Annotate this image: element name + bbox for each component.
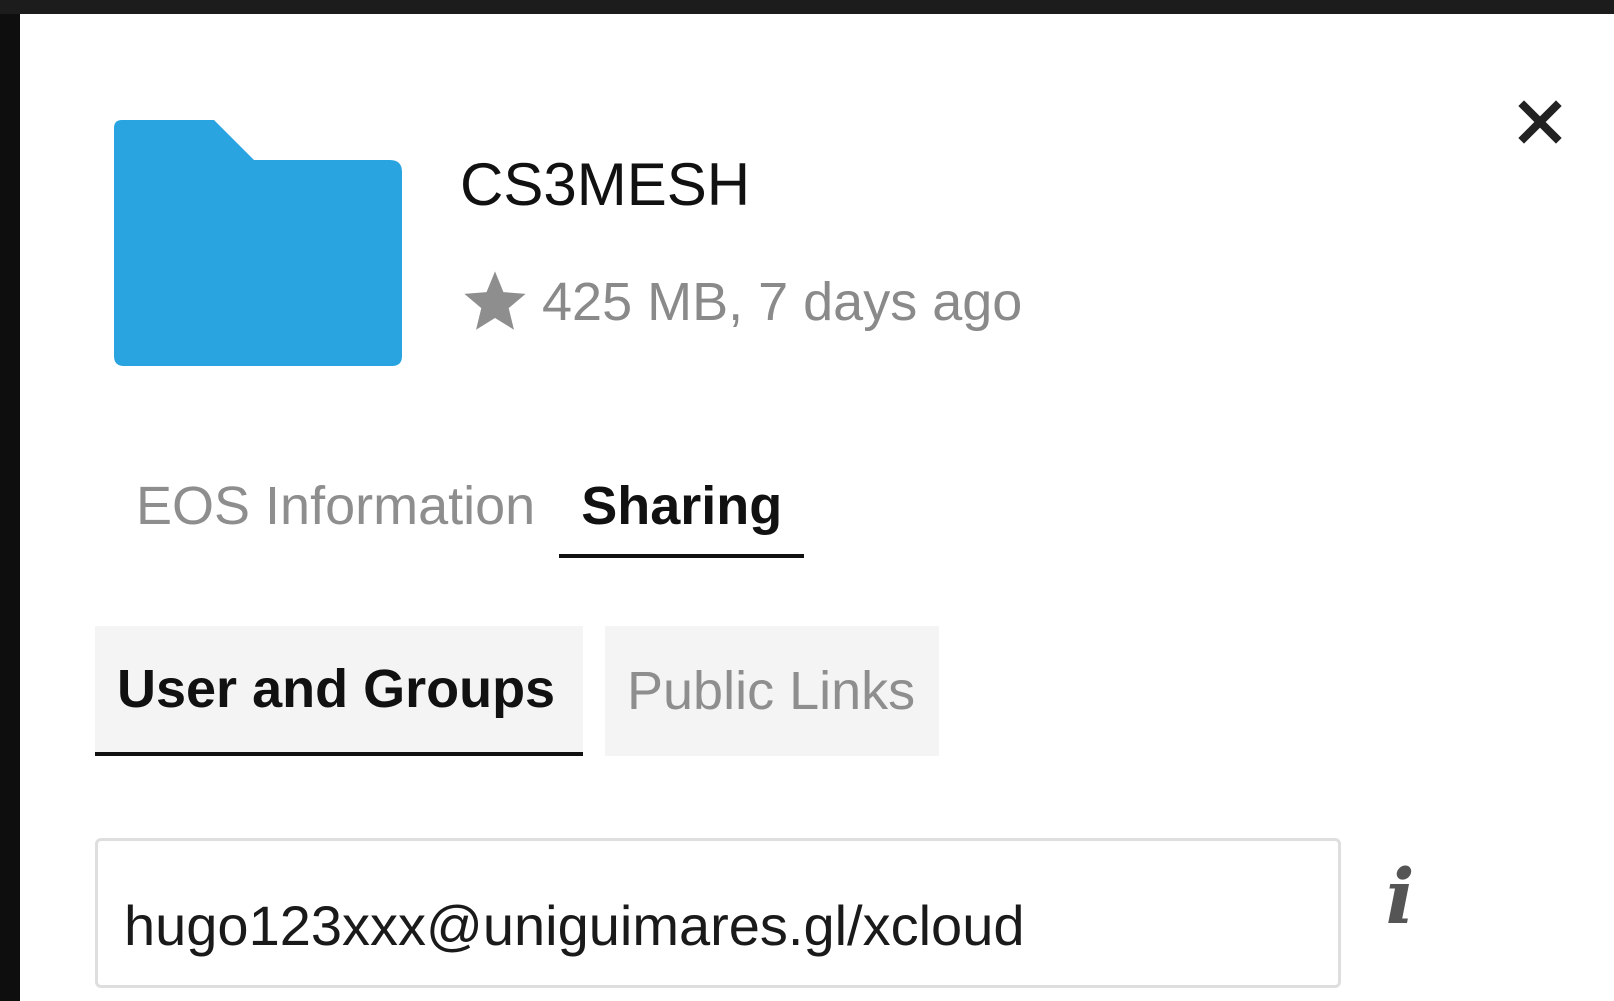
- folder-icon: [114, 120, 402, 366]
- close-icon: [1518, 100, 1562, 144]
- info-icon[interactable]: i: [1370, 852, 1430, 941]
- file-meta: 425 MB, 7 days ago: [542, 272, 1023, 332]
- details-panel: CS3MESH 425 MB, 7 days ago EOS Informati…: [20, 14, 1614, 1001]
- details-tabs: EOS Information Sharing: [114, 458, 805, 562]
- subtab-public-links[interactable]: Public Links: [605, 626, 939, 756]
- file-name: CS3MESH: [460, 151, 751, 218]
- left-edge: [0, 14, 20, 1001]
- star-icon[interactable]: [460, 267, 530, 337]
- share-with-input[interactable]: [95, 838, 1341, 988]
- close-button[interactable]: [1510, 92, 1570, 152]
- file-meta-row: 425 MB, 7 days ago: [460, 264, 1022, 340]
- tab-sharing[interactable]: Sharing: [559, 458, 805, 558]
- tab-eos-information[interactable]: EOS Information: [114, 458, 557, 554]
- sharing-subtabs: User and Groups Public Links: [95, 626, 939, 756]
- subtab-user-and-groups[interactable]: User and Groups: [95, 626, 583, 756]
- window-top-bar: [0, 0, 1614, 14]
